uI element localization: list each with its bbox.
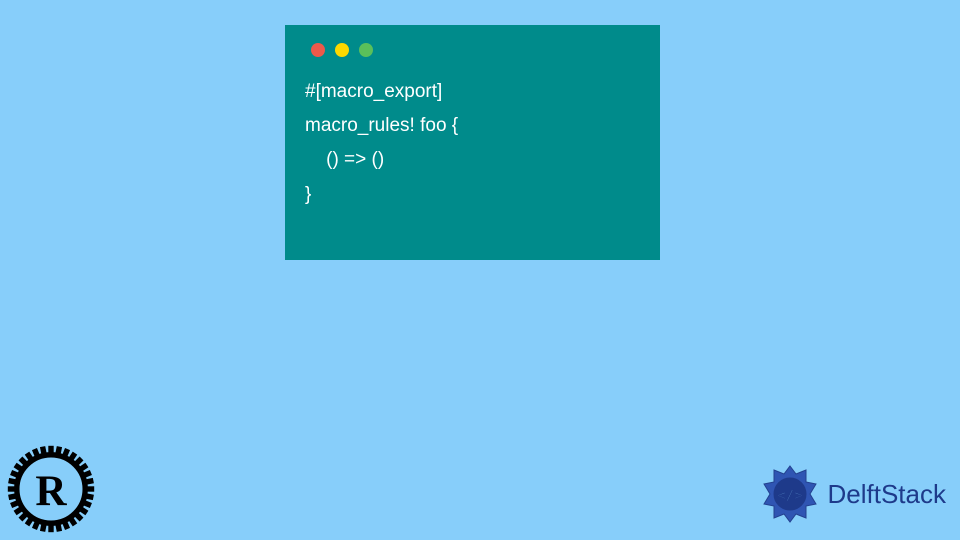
window-maximize-icon (359, 43, 373, 57)
code-line-3: () => () (305, 149, 384, 170)
rust-logo-icon: R (6, 444, 96, 534)
window-close-icon (311, 43, 325, 57)
window-controls (305, 43, 640, 57)
window-minimize-icon (335, 43, 349, 57)
code-line-1: #[macro_export] (305, 81, 442, 102)
delftstack-logo: </> DelftStack (758, 462, 947, 526)
code-content: #[macro_export] macro_rules! foo { () =>… (305, 75, 640, 212)
delftstack-brand-text: DelftStack (828, 479, 947, 510)
delftstack-badge-icon: </> (758, 462, 822, 526)
code-window: #[macro_export] macro_rules! foo { () =>… (285, 25, 660, 260)
svg-text:</>: </> (777, 488, 802, 504)
svg-text:R: R (35, 468, 67, 515)
code-line-4: } (305, 184, 311, 205)
code-line-2: macro_rules! foo { (305, 115, 458, 136)
